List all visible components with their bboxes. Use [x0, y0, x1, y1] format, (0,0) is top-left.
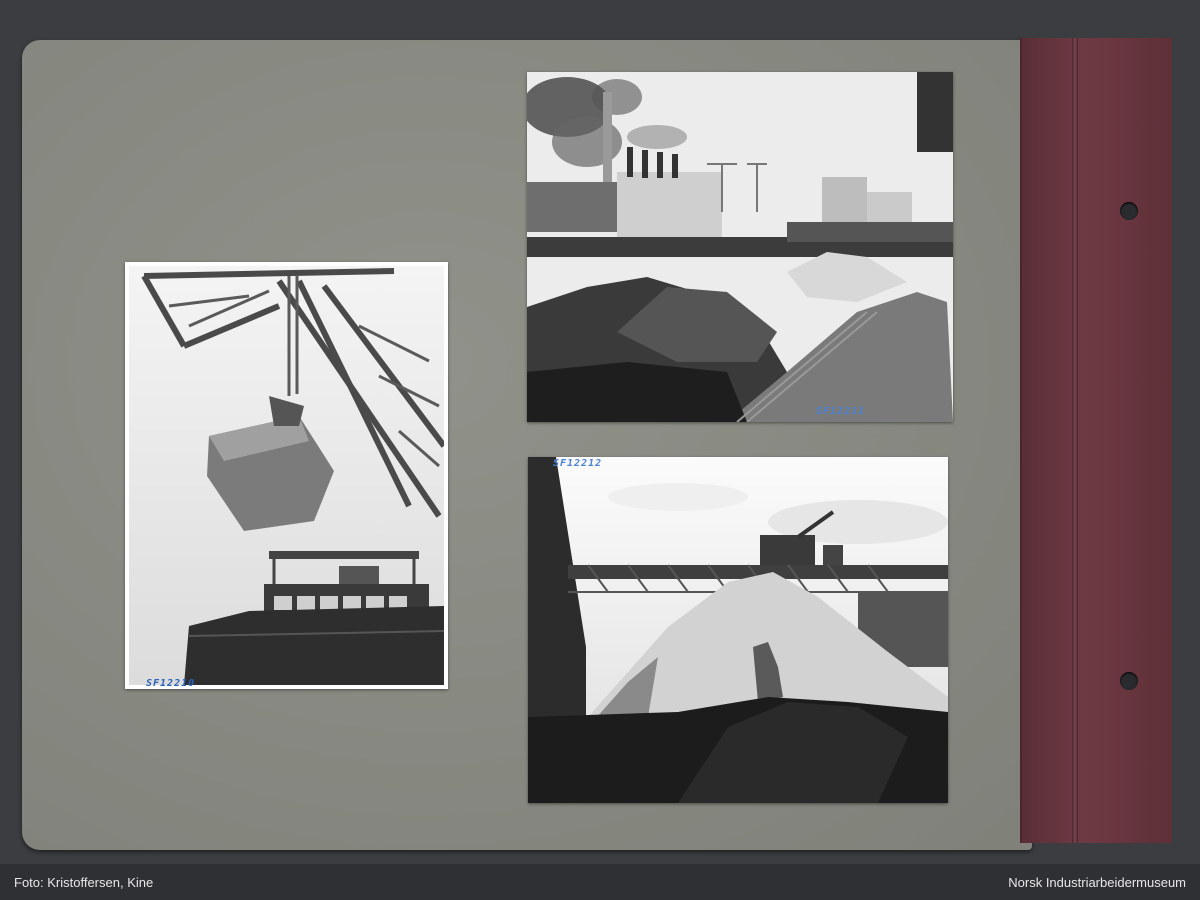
binding-hole [1120, 202, 1138, 220]
photo-crane-bucket [125, 262, 448, 689]
catalog-number-1: SF12210 [146, 678, 196, 689]
photo-credit: Foto: Kristoffersen, Kine [14, 874, 154, 890]
photo-gravel-pile [528, 457, 948, 803]
photo-factory-piles [527, 72, 953, 422]
catalog-number-3: SF12212 [553, 458, 603, 469]
spine-fold [1072, 38, 1078, 843]
binding-hole [1120, 672, 1138, 690]
institution-name: Norsk Industriarbeidermuseum [1008, 874, 1186, 890]
factory-piles-image [527, 72, 953, 422]
gravel-pile-image [528, 457, 948, 803]
footer-bar: Foto: Kristoffersen, Kine Norsk Industri… [0, 864, 1200, 900]
crane-bucket-image [129, 266, 444, 685]
catalog-number-2: SF12211 [816, 406, 866, 417]
album-spine [1020, 38, 1172, 843]
